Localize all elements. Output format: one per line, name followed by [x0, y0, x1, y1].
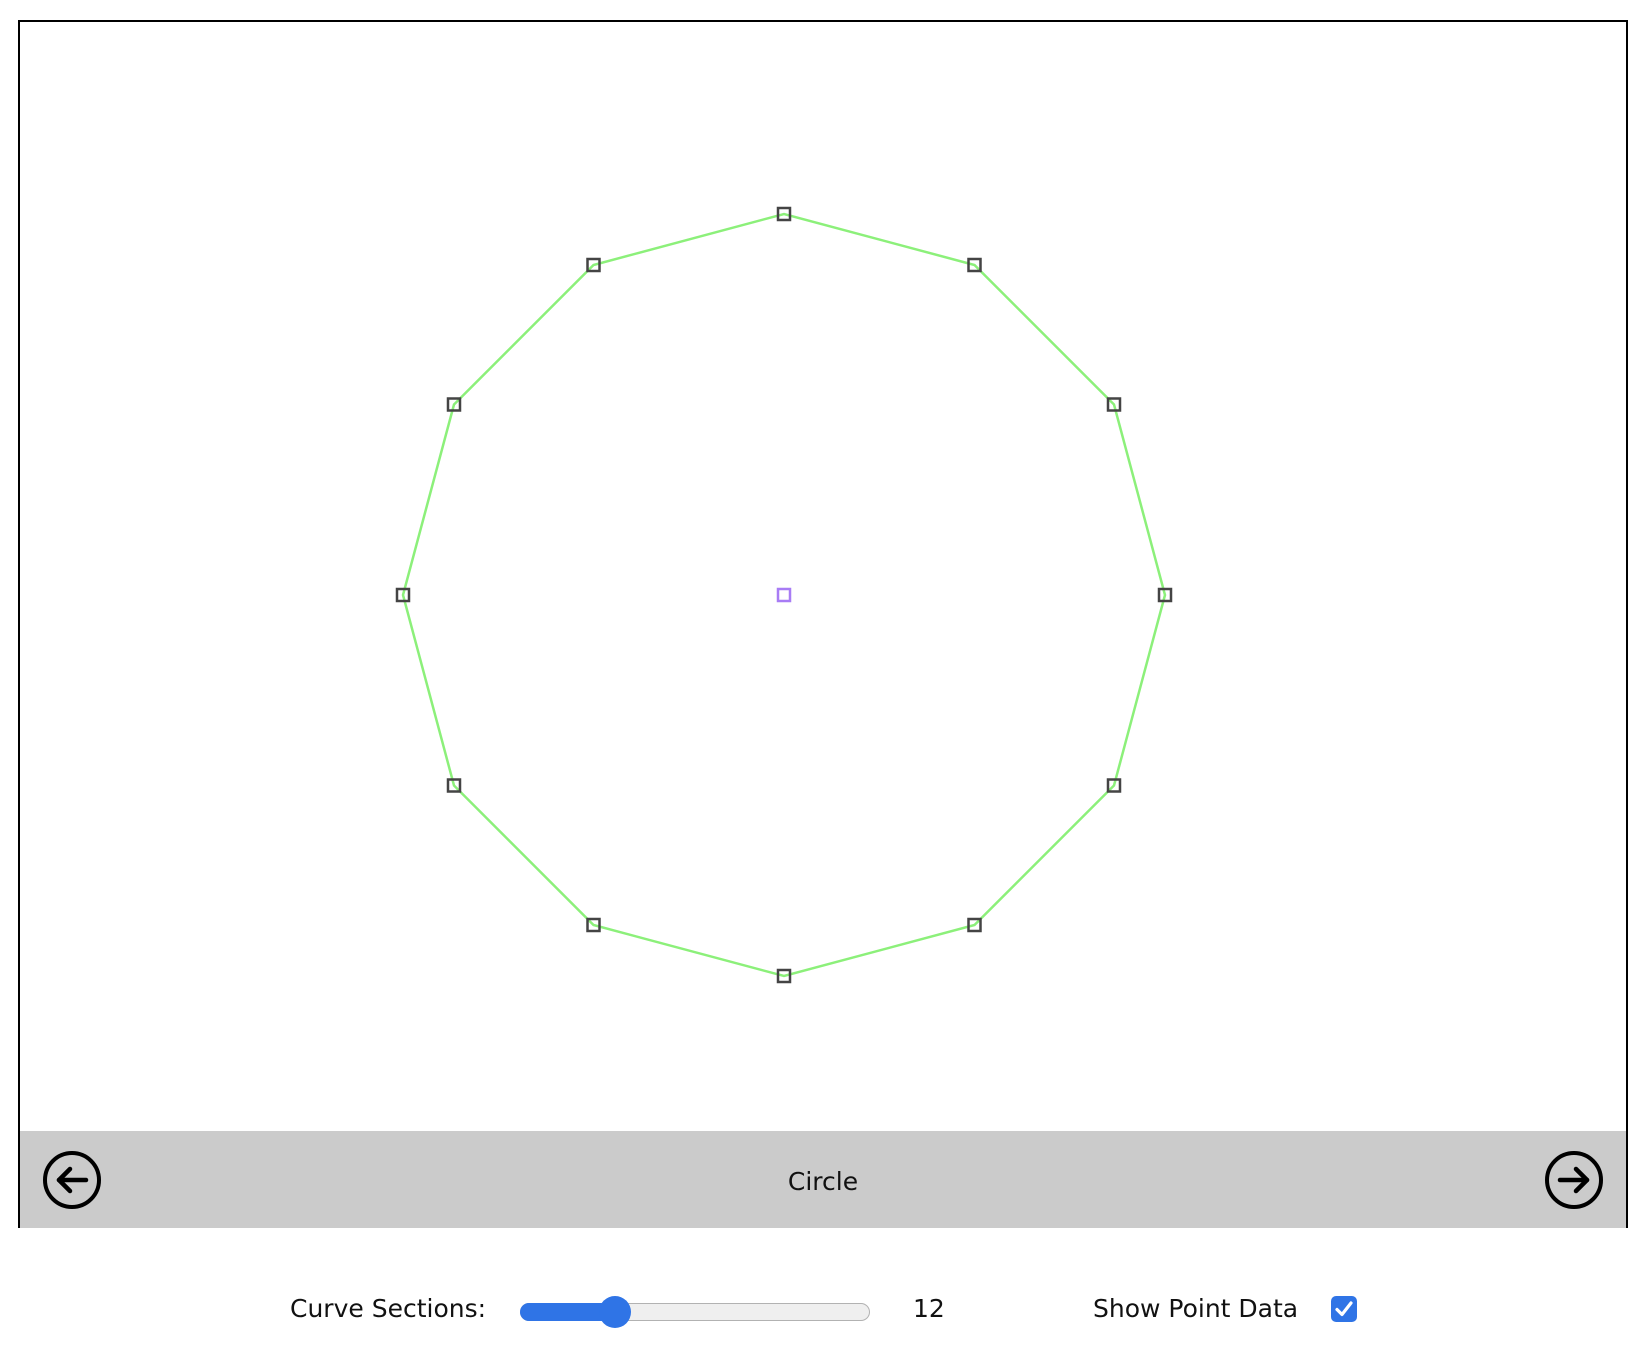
- curve-sections-slider[interactable]: [519, 1296, 870, 1328]
- slider-thumb[interactable]: [598, 1296, 631, 1328]
- canvas-frame: Circle: [18, 20, 1628, 1228]
- curve-outline: [401, 212, 1167, 978]
- checkmark-icon: [1335, 1301, 1353, 1317]
- curve-sections-label: Curve Sections:: [290, 1294, 487, 1323]
- center-point[interactable]: [776, 587, 792, 603]
- shape-name-label: Circle: [787, 1167, 859, 1196]
- show-point-data-checkbox[interactable]: [1331, 1296, 1357, 1322]
- show-point-data-label: Show Point Data: [1093, 1294, 1299, 1323]
- controls-panel: Curve Sections: 12 Show Point Data: [0, 1290, 1644, 1330]
- next-shape-button[interactable]: [1544, 1150, 1604, 1210]
- shape-drawing[interactable]: [20, 22, 1626, 1130]
- drawing-canvas[interactable]: [20, 22, 1626, 1130]
- curve-sections-value: 12: [913, 1294, 945, 1323]
- arrow-right-circle-icon: [1545, 1151, 1603, 1209]
- shape-nav-bar: Circle: [20, 1131, 1626, 1228]
